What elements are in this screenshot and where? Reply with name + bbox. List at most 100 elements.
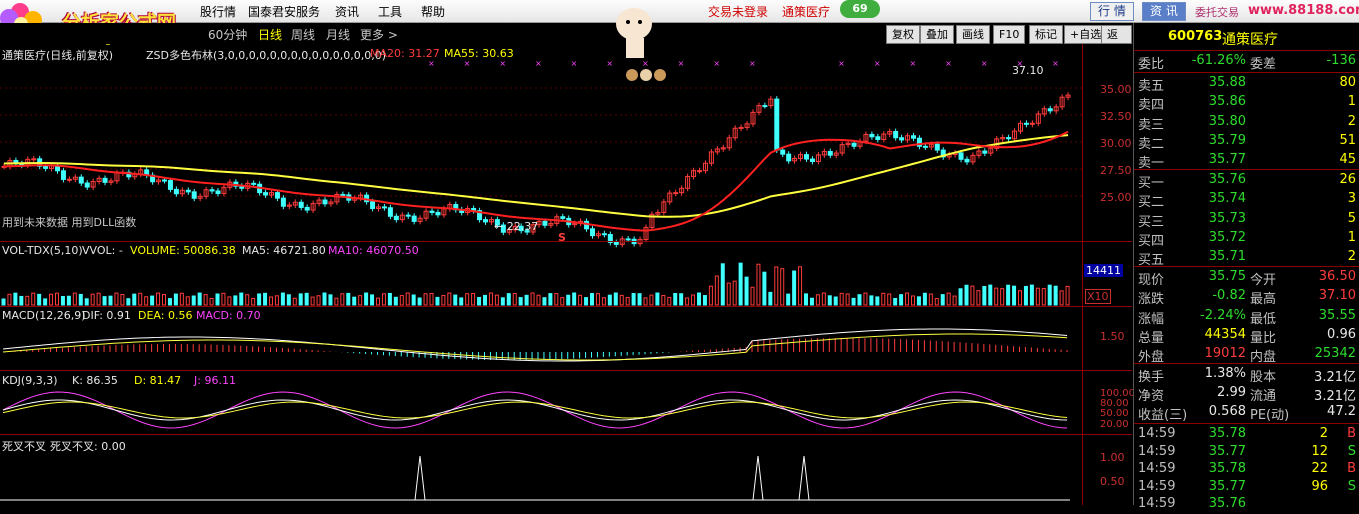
volume-bar bbox=[934, 298, 939, 306]
volume-bar bbox=[239, 292, 244, 306]
order-level-label: 卖五 bbox=[1138, 79, 1165, 94]
period-daily[interactable]: 日线 bbox=[258, 26, 282, 43]
volume-bar bbox=[280, 292, 285, 306]
volume-bar bbox=[738, 262, 743, 306]
volume-bar bbox=[328, 294, 333, 306]
trade-login-status[interactable]: 交易未登录 bbox=[708, 3, 768, 20]
volume-bar bbox=[227, 296, 232, 306]
candle-body bbox=[162, 179, 167, 182]
period-60min[interactable]: 60分钟 bbox=[208, 26, 247, 43]
financial-row: 换手 1.38% 股本 3.21亿 bbox=[1134, 366, 1359, 385]
candle-body bbox=[435, 211, 441, 216]
pane-separator bbox=[0, 370, 1132, 371]
volume-pane-name: VOL-TDX(5,10) bbox=[2, 244, 83, 257]
menu-item-help[interactable]: 帮助 bbox=[421, 3, 445, 20]
volume-bar bbox=[60, 296, 65, 306]
tick-row: 14:59 35.77 96 S bbox=[1134, 479, 1359, 497]
trade-button[interactable]: 委托交易 bbox=[1195, 4, 1239, 20]
current-stock-link[interactable]: 通策医疗 bbox=[782, 3, 830, 20]
vvol-label: VVOL: - bbox=[82, 244, 123, 257]
volume-bar bbox=[720, 263, 725, 306]
adjust-button[interactable]: 复权 bbox=[886, 25, 920, 44]
f10-button[interactable]: F10 bbox=[993, 25, 1026, 44]
mark-button[interactable]: 标记 bbox=[1029, 25, 1063, 44]
tick-time: 14:59 bbox=[1138, 426, 1176, 441]
volume-bar bbox=[815, 294, 820, 306]
volume-bar bbox=[292, 297, 297, 306]
signal-marker: × bbox=[749, 59, 756, 68]
volume-bar bbox=[839, 292, 844, 306]
period-monthly[interactable]: 月线 bbox=[326, 26, 350, 43]
macd-dea-line bbox=[2, 333, 1068, 361]
candle-body bbox=[911, 135, 916, 139]
stat-value: 25342 bbox=[1314, 346, 1356, 362]
menu-item-news[interactable]: 资讯 bbox=[335, 3, 359, 20]
signal-marker: × bbox=[571, 59, 578, 68]
volume-bar bbox=[334, 297, 339, 306]
volume-bar bbox=[494, 294, 499, 306]
chart-area[interactable]: × × × × × × × × × × × × × × × × × bbox=[0, 44, 1132, 505]
volume-bar bbox=[548, 293, 553, 306]
financial-row: 净资 2.99 流通 3.21亿 bbox=[1134, 385, 1359, 404]
volume-bar bbox=[809, 297, 814, 306]
notification-badge[interactable]: 69 bbox=[840, 0, 880, 18]
quotes-button[interactable]: 行 情 bbox=[1090, 2, 1134, 21]
draw-line-button[interactable]: 画线 bbox=[956, 25, 990, 44]
period-weekly[interactable]: 周线 bbox=[291, 26, 315, 43]
tick-volume: 96 bbox=[1311, 478, 1328, 494]
volume-bar bbox=[750, 286, 755, 306]
volume-bar bbox=[286, 294, 291, 306]
sell-order-row: 卖二 35.79 51 bbox=[1134, 133, 1359, 152]
menu-bar: 股行情 国泰君安服务 资讯 工具 帮助 交易未登录 通策医疗 69 行 情 资 … bbox=[0, 0, 1359, 23]
volume-bar bbox=[524, 294, 529, 306]
fin-value: 47.2 bbox=[1327, 404, 1356, 419]
menu-item-market[interactable]: 股行情 bbox=[200, 3, 236, 20]
menu-item-tools[interactable]: 工具 bbox=[378, 3, 402, 20]
order-price: 35.76 bbox=[1208, 172, 1246, 187]
stat-value: 0.96 bbox=[1327, 326, 1356, 342]
order-volume: 45 bbox=[1339, 152, 1356, 168]
buy-order-row: 买二 35.74 3 bbox=[1134, 191, 1359, 210]
order-volume: 2 bbox=[1347, 249, 1356, 265]
volume-bar bbox=[471, 293, 476, 306]
fin-value: 3.21亿 bbox=[1314, 370, 1356, 385]
volume-bar bbox=[530, 292, 535, 306]
overlay-button[interactable]: 叠加 bbox=[920, 25, 954, 44]
volume-bar bbox=[958, 288, 963, 306]
candle-body bbox=[774, 98, 780, 151]
tick-time: 14:59 bbox=[1138, 443, 1176, 459]
volume-bar bbox=[102, 296, 107, 306]
news-button[interactable]: 资 讯 bbox=[1142, 2, 1186, 21]
candle-body bbox=[167, 180, 173, 190]
cross-tick: 0.50 bbox=[1100, 475, 1125, 488]
pane-separator bbox=[0, 306, 1132, 307]
candle-body bbox=[851, 142, 857, 147]
fin-label: 流通 bbox=[1250, 389, 1277, 404]
volume-bar bbox=[185, 296, 190, 306]
volume-bar bbox=[1012, 285, 1017, 306]
volume-bar bbox=[940, 294, 945, 306]
signal-marker: × bbox=[945, 59, 952, 68]
candle-body bbox=[560, 216, 566, 219]
fin-label: 换手 bbox=[1138, 370, 1165, 385]
quote-panel: 600763 通策医疗 委比 -61.26% 委差 -136 卖五 35.88 80… bbox=[1133, 23, 1359, 511]
volume-bar bbox=[875, 296, 880, 306]
order-level-label: 卖四 bbox=[1138, 98, 1165, 114]
menu-item-broker-service[interactable]: 国泰君安服务 bbox=[248, 3, 320, 20]
volume-bar bbox=[423, 293, 428, 306]
volume-bar bbox=[970, 285, 975, 306]
volume-bar bbox=[613, 292, 618, 306]
kdj-d-label: D: 81.47 bbox=[134, 374, 182, 387]
volume-bar bbox=[316, 295, 321, 306]
candle-body bbox=[60, 170, 66, 180]
volume-bar bbox=[459, 297, 464, 306]
period-more[interactable]: 更多 > bbox=[360, 26, 398, 43]
signal-marker: × bbox=[981, 59, 988, 68]
volume-bar bbox=[1059, 290, 1064, 306]
candle-body bbox=[982, 150, 988, 154]
back-button[interactable]: 返回 bbox=[1101, 25, 1132, 58]
order-price: 35.88 bbox=[1208, 75, 1246, 90]
volume-bar bbox=[946, 292, 951, 306]
fin-label: 收益(三) bbox=[1138, 408, 1188, 423]
volume-bar bbox=[132, 293, 137, 306]
